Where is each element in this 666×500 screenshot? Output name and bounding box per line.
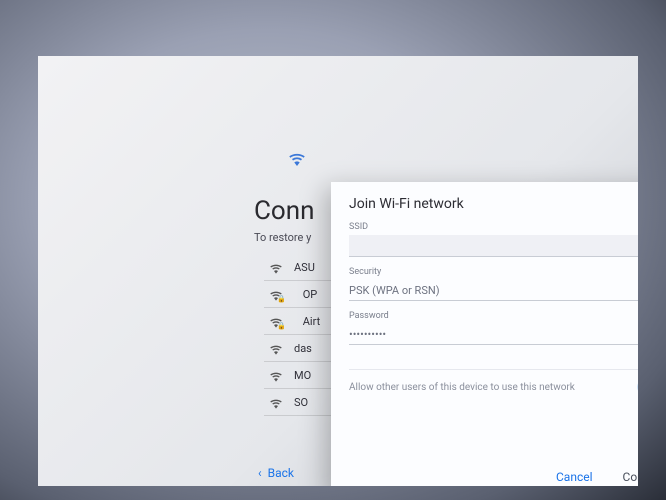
wifi-icon [268, 341, 284, 355]
network-label: das [294, 342, 312, 355]
wifi-locked-icon: 🔒 [268, 314, 293, 328]
chevron-left-icon: ‹ [258, 466, 262, 480]
wifi-hero-icon [286, 148, 308, 170]
ssid-input[interactable] [349, 235, 638, 257]
ssid-label: SSID [349, 222, 638, 232]
page-subtitle: To restore y [254, 231, 311, 244]
page-title: Conn [254, 196, 314, 226]
wifi-icon [268, 395, 284, 409]
allow-others-toggle[interactable] [637, 380, 638, 394]
wifi-icon [268, 260, 284, 274]
password-input[interactable] [349, 325, 638, 345]
back-label: Back [268, 466, 294, 480]
back-button[interactable]: ‹ Back [258, 466, 294, 480]
network-label: Airt [303, 315, 320, 328]
cancel-button[interactable]: Cancel [556, 470, 593, 484]
network-label: MO [294, 369, 311, 382]
security-select[interactable] [349, 281, 638, 301]
join-wifi-dialog: × Join Wi-Fi network SSID Security ▾ Pas… [331, 182, 638, 486]
wifi-icon [268, 368, 284, 382]
ssid-field: SSID [349, 222, 638, 257]
security-field: Security ▾ [349, 267, 638, 301]
allow-others-row: Allow other users of this device to use … [349, 369, 638, 394]
network-label: SO [294, 396, 308, 409]
wifi-locked-icon: 🔒 [268, 287, 293, 301]
network-label: ASU [294, 261, 315, 274]
network-label: OP [303, 288, 318, 301]
dialog-actions: Cancel Connect [556, 470, 638, 484]
allow-others-label: Allow other users of this device to use … [349, 382, 575, 393]
password-label: Password [349, 311, 638, 321]
screen: Conn To restore y ASU 🔒 OP 🔒 Airt das MO… [38, 56, 638, 486]
security-label: Security [349, 267, 638, 277]
password-field: Password [349, 311, 638, 345]
dialog-title: Join Wi-Fi network [349, 196, 638, 212]
connect-button[interactable]: Connect [623, 470, 638, 484]
